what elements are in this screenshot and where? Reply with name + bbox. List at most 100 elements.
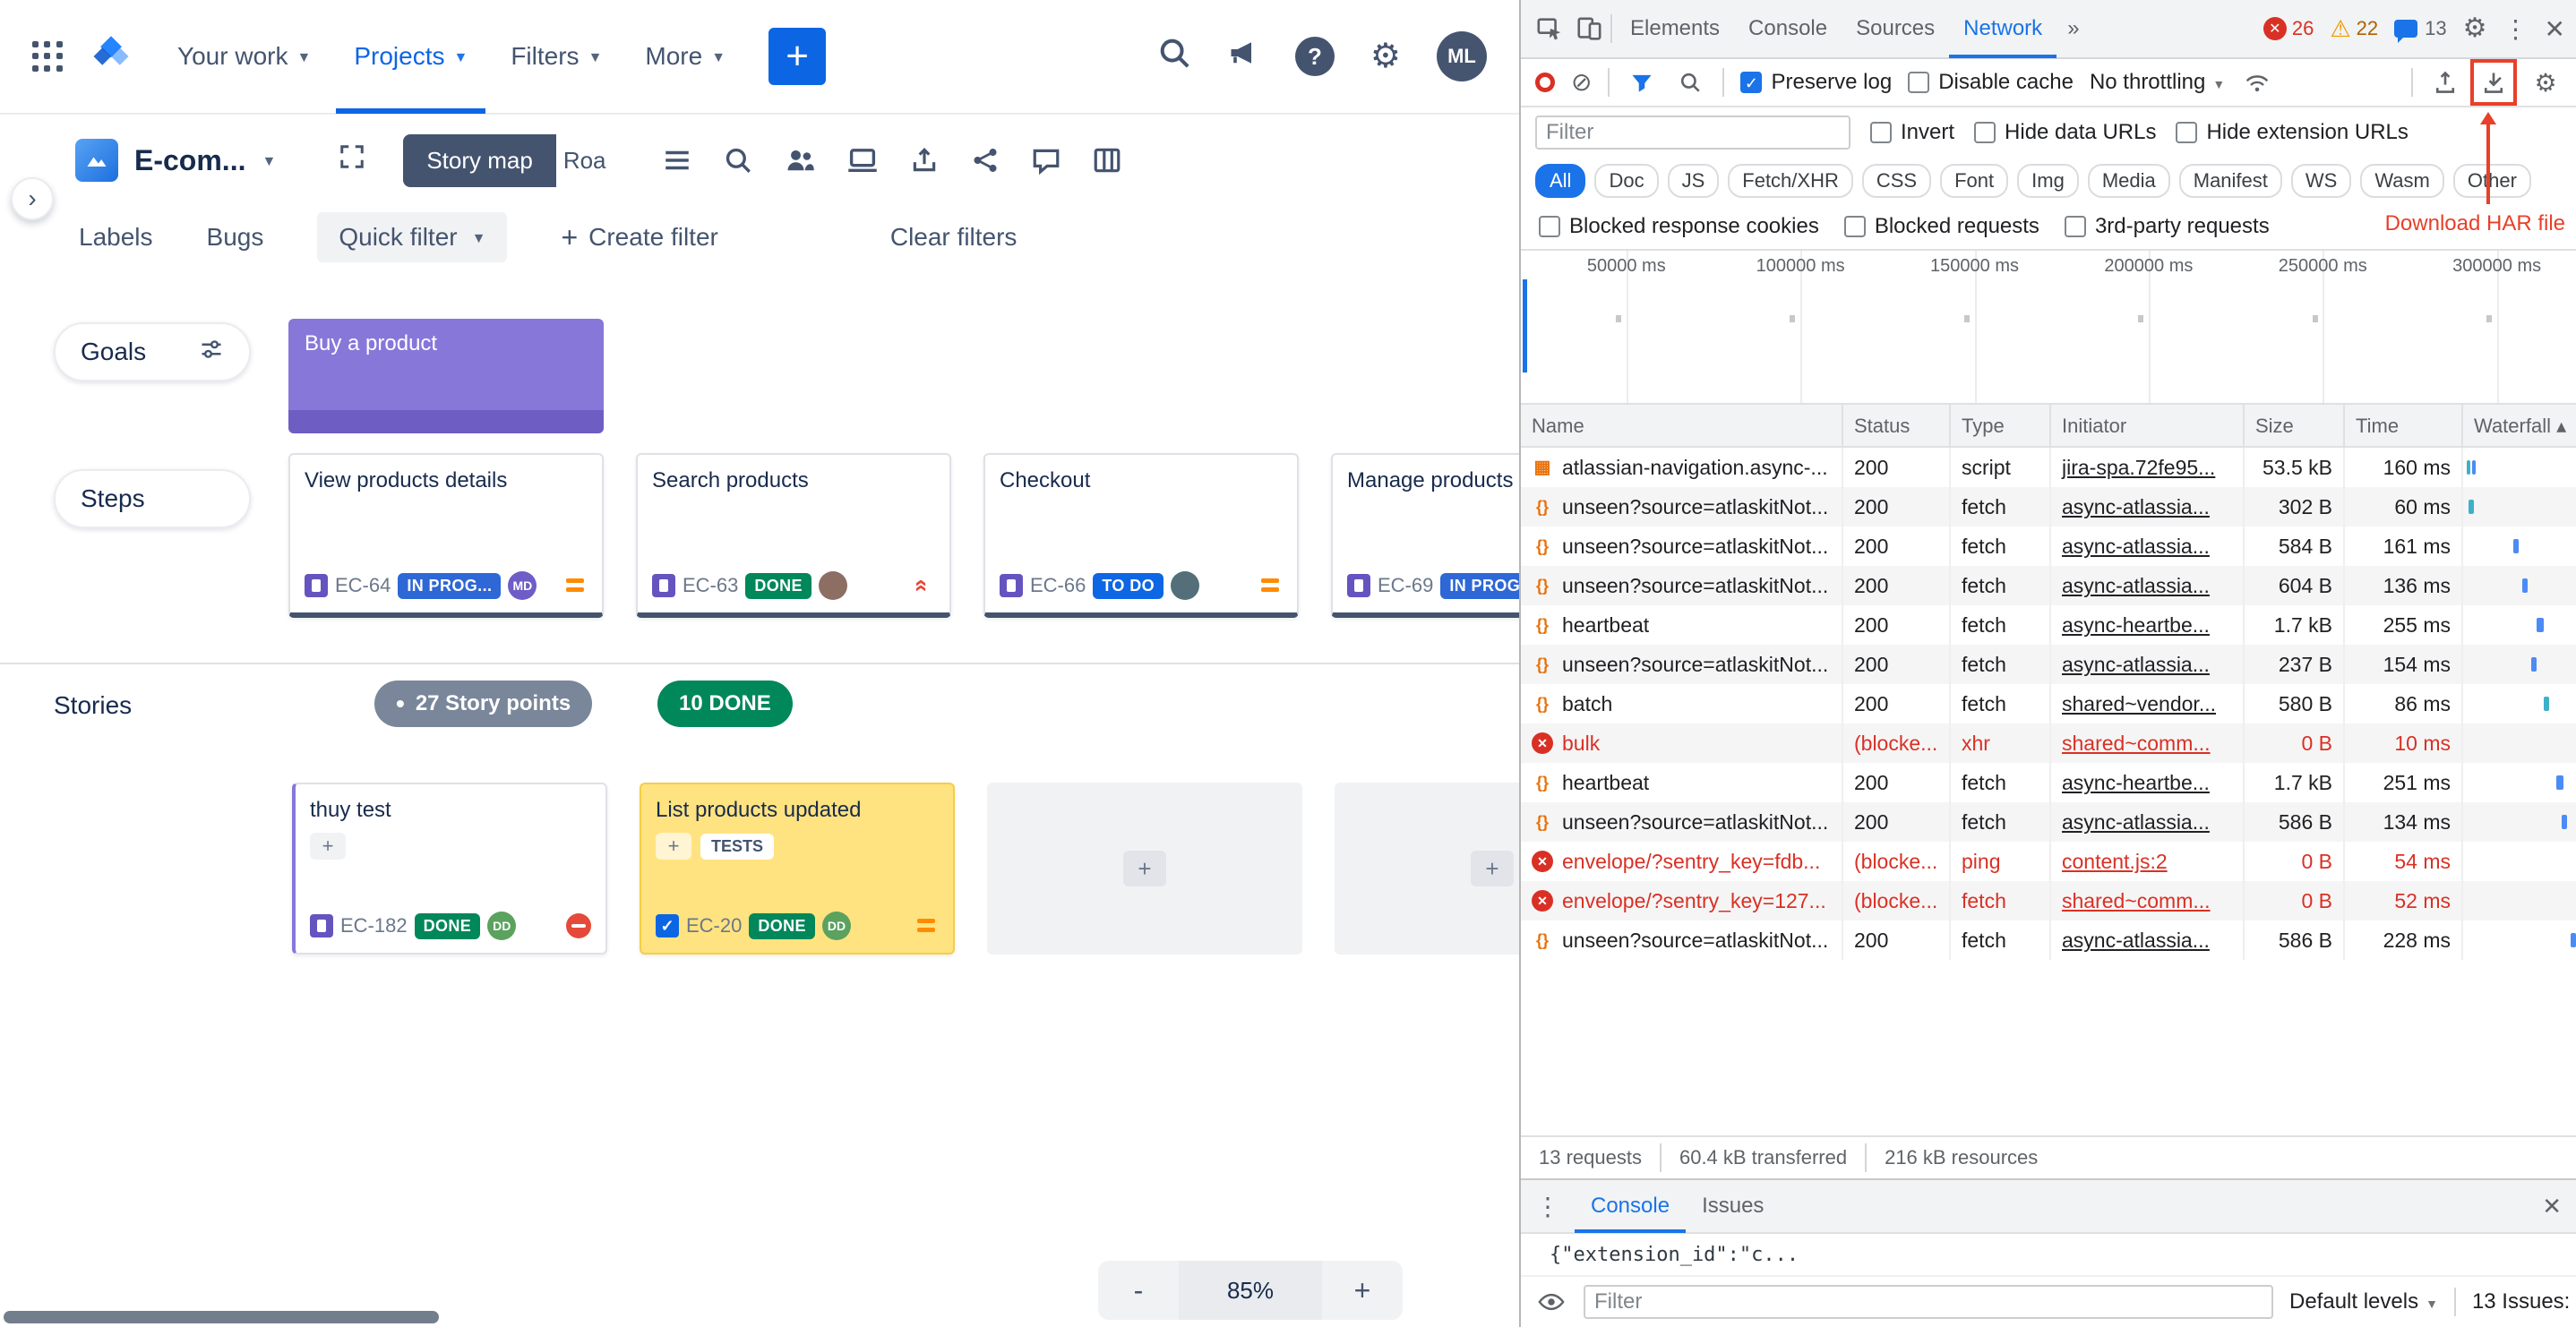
network-settings-gear-icon[interactable]: ⚙: [2529, 66, 2562, 98]
messages-badge[interactable]: 13: [2394, 17, 2446, 40]
filter-chip-css[interactable]: CSS: [1862, 164, 1931, 198]
network-request-row[interactable]: {}heartbeat200fetchasync-heartbe...1.7 k…: [1521, 605, 2576, 645]
network-conditions-icon[interactable]: [2241, 66, 2273, 98]
initiator-link[interactable]: shared~comm...: [2062, 732, 2211, 755]
network-request-row[interactable]: {}unseen?source=atlaskitNot...200fetchas…: [1521, 920, 2576, 960]
story-map-toggle[interactable]: Story map: [403, 134, 556, 187]
share-icon[interactable]: [970, 145, 1000, 176]
clear-icon[interactable]: ⊘: [1571, 70, 1592, 95]
project-avatar-icon[interactable]: [75, 139, 118, 182]
filter-chip-ws[interactable]: WS: [2291, 164, 2351, 198]
step-card[interactable]: Search productsEC-63DONE«: [636, 453, 951, 618]
filter-chip-img[interactable]: Img: [2017, 164, 2079, 198]
jira-logo-icon[interactable]: [88, 33, 134, 80]
goals-swimlane-pill[interactable]: Goals: [54, 322, 251, 381]
network-request-row[interactable]: {}unseen?source=atlaskitNot...200fetchas…: [1521, 802, 2576, 842]
nav-projects[interactable]: Projects▼: [336, 0, 485, 114]
eye-icon[interactable]: [1535, 1286, 1567, 1318]
filter-chip-js[interactable]: JS: [1668, 164, 1720, 198]
invert-checkbox[interactable]: Invert: [1870, 120, 1954, 145]
search-icon[interactable]: [1157, 36, 1191, 77]
devtools-close-icon[interactable]: ✕: [2545, 14, 2565, 44]
user-avatar[interactable]: ML: [1437, 31, 1487, 81]
help-icon[interactable]: ?: [1295, 37, 1335, 76]
steps-swimlane-pill[interactable]: Steps: [54, 469, 251, 528]
create-filter-button[interactable]: +Create filter: [561, 221, 717, 254]
warning-badge[interactable]: ⚠22: [2330, 17, 2378, 40]
column-header-size[interactable]: Size: [2245, 405, 2345, 448]
network-request-row[interactable]: {}unseen?source=atlaskitNot...200fetchas…: [1521, 566, 2576, 605]
devtools-settings-icon[interactable]: ⚙: [2463, 15, 2487, 42]
column-header-time[interactable]: Time: [2345, 405, 2463, 448]
network-overview-timeline[interactable]: 50000 ms100000 ms150000 ms200000 ms25000…: [1521, 251, 2576, 405]
add-card-button[interactable]: +: [1123, 851, 1166, 886]
filter-chip-all[interactable]: All: [1535, 164, 1585, 198]
network-request-row[interactable]: {}unseen?source=atlaskitNot...200fetchas…: [1521, 487, 2576, 527]
initiator-link[interactable]: async-atlassia...: [2062, 495, 2210, 518]
throttling-select[interactable]: No throttling▼: [2090, 70, 2225, 95]
export-icon[interactable]: [909, 145, 940, 176]
hide-data-urls-checkbox[interactable]: Hide data URLs: [1974, 120, 2156, 145]
clear-filters-button[interactable]: Clear filters: [890, 223, 1018, 252]
drawer-tab-console[interactable]: Console: [1575, 1179, 1686, 1233]
assignee-avatar[interactable]: MD: [508, 571, 537, 600]
goal-card[interactable]: Buy a product: [288, 319, 604, 433]
network-request-row[interactable]: {}unseen?source=atlaskitNot...200fetchas…: [1521, 527, 2576, 566]
drawer-menu-icon[interactable]: ⋮: [1535, 1192, 1560, 1221]
bugs-filter[interactable]: Bugs: [207, 223, 264, 252]
record-icon[interactable]: [1535, 73, 1555, 92]
settings-gear-icon[interactable]: ⚙: [1370, 39, 1401, 73]
rows-icon[interactable]: [662, 145, 692, 176]
presentation-icon[interactable]: [846, 144, 879, 176]
app-switcher-icon[interactable]: [32, 41, 63, 72]
initiator-link[interactable]: async-atlassia...: [2062, 653, 2210, 676]
step-card[interactable]: CheckoutEC-66TO DO: [983, 453, 1299, 618]
zoom-out-button[interactable]: -: [1098, 1261, 1179, 1320]
column-header-name[interactable]: Name: [1521, 405, 1843, 448]
filter-chip-media[interactable]: Media: [2088, 164, 2170, 198]
add-label-button[interactable]: +: [310, 833, 346, 860]
initiator-link[interactable]: jira-spa.72fe95...: [2062, 456, 2215, 479]
step-card[interactable]: Manage productsEC-69IN PROG...: [1331, 453, 1519, 618]
console-filter-input[interactable]: [1584, 1285, 2273, 1319]
column-header-type[interactable]: Type: [1951, 405, 2051, 448]
network-request-row[interactable]: {}batch200fetchshared~vendor...580 B86 m…: [1521, 684, 2576, 723]
network-request-row[interactable]: ✕envelope/?sentry_key=127...(blocke...fe…: [1521, 881, 2576, 920]
assignee-avatar[interactable]: [819, 571, 847, 600]
quick-filter-button[interactable]: Quick filter▼: [317, 212, 507, 262]
chevron-down-icon[interactable]: ▼: [262, 154, 276, 170]
initiator-link[interactable]: shared~comm...: [2062, 889, 2211, 912]
tab-sources[interactable]: Sources: [1842, 0, 1949, 58]
roadmap-toggle[interactable]: Roa: [556, 134, 628, 187]
nav-your-work[interactable]: Your work▼: [159, 0, 329, 114]
issues-counter[interactable]: 13 Issues: 13: [2472, 1289, 2576, 1314]
tab-elements[interactable]: Elements: [1616, 0, 1734, 58]
initiator-link[interactable]: async-heartbe...: [2062, 771, 2210, 794]
checkbox-blocked-requests[interactable]: Blocked requests: [1844, 214, 2039, 239]
initiator-link[interactable]: content.js:2: [2062, 850, 2168, 873]
disable-cache-checkbox[interactable]: Disable cache: [1908, 70, 2074, 95]
horizontal-scrollbar[interactable]: [4, 1311, 439, 1323]
overview-selection-handle[interactable]: [1523, 279, 1527, 372]
story-card[interactable]: List products updated+TESTSEC-20DONEDD: [640, 783, 955, 955]
console-message[interactable]: {"extension_id":"c...: [1521, 1234, 2576, 1277]
inspect-element-icon[interactable]: [1532, 11, 1567, 47]
initiator-link[interactable]: async-atlassia...: [2062, 929, 2210, 952]
filter-funnel-icon[interactable]: [1626, 66, 1658, 98]
devtools-menu-icon[interactable]: ⋮: [2503, 14, 2529, 44]
assignee-avatar[interactable]: [1171, 571, 1199, 600]
network-filter-input[interactable]: [1535, 116, 1850, 150]
download-har-icon[interactable]: [2477, 66, 2510, 98]
filter-chip-font[interactable]: Font: [1940, 164, 2008, 198]
filter-chip-manifest[interactable]: Manifest: [2179, 164, 2282, 198]
log-levels-select[interactable]: Default levels▼: [2289, 1289, 2438, 1314]
announcements-icon[interactable]: [1227, 37, 1259, 76]
nav-more[interactable]: More▼: [627, 0, 743, 114]
people-icon[interactable]: [784, 144, 816, 176]
search-icon[interactable]: [1674, 66, 1706, 98]
network-request-row[interactable]: {}unseen?source=atlaskitNot...200fetchas…: [1521, 645, 2576, 684]
fullscreen-icon[interactable]: [339, 143, 365, 177]
board-columns-icon[interactable]: [1092, 145, 1122, 176]
column-header-status[interactable]: Status: [1843, 405, 1951, 448]
filter-chip-doc[interactable]: Doc: [1594, 164, 1658, 198]
